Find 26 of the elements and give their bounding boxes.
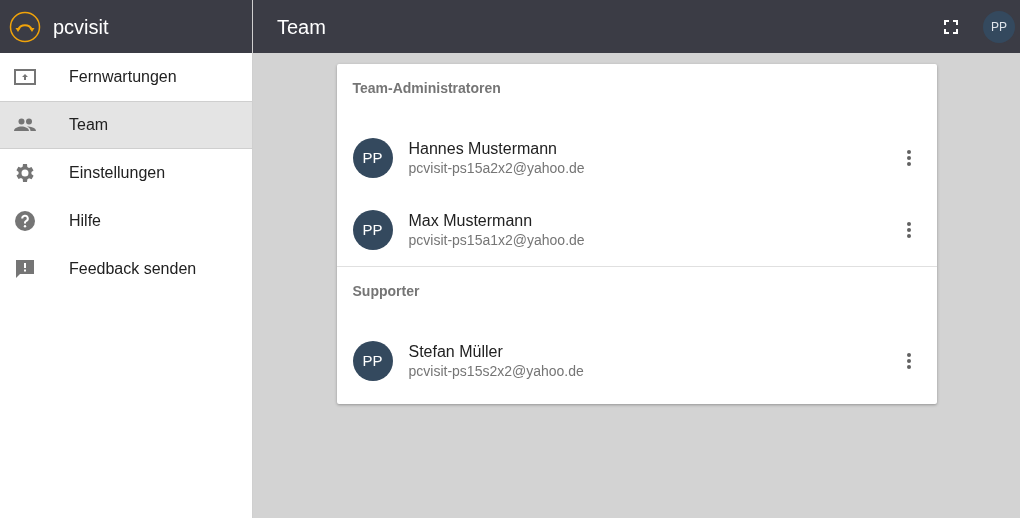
- member-email: pcvisit-ps15a1x2@yahoo.de: [408, 231, 586, 249]
- feedback-icon: [13, 257, 37, 281]
- member-name: Stefan Müller: [408, 342, 504, 362]
- logo-icon: [9, 10, 41, 43]
- member-avatar: PP: [352, 138, 393, 178]
- fullscreen-icon[interactable]: [944, 19, 958, 34]
- sidebar-item[interactable]: Fernwartungen: [0, 53, 252, 101]
- more-icon[interactable]: [905, 352, 912, 370]
- member-avatar: PP: [352, 210, 393, 250]
- section-title: Supporter: [352, 281, 420, 301]
- member-avatar: PP: [352, 341, 393, 381]
- more-icon[interactable]: [905, 149, 912, 167]
- sidebar-item[interactable]: Team: [0, 101, 252, 149]
- sidebar-item[interactable]: Einstellungen: [0, 149, 252, 197]
- section-title: Team-Administratoren: [352, 78, 501, 98]
- sidebar-item[interactable]: Feedback senden: [0, 245, 252, 293]
- member-email: pcvisit-ps15a2x2@yahoo.de: [408, 159, 586, 177]
- user-avatar[interactable]: PP: [983, 10, 1015, 43]
- sidebar-item[interactable]: Hilfe: [0, 197, 252, 245]
- page-title: Team: [277, 14, 327, 40]
- member-email: pcvisit-ps15s2x2@yahoo.de: [408, 362, 585, 380]
- member-name: Hannes Mustermann: [408, 139, 558, 159]
- help-icon: [13, 209, 37, 233]
- more-icon[interactable]: [905, 221, 912, 239]
- member-name: Max Mustermann: [408, 211, 534, 231]
- app-name: pcvisit: [53, 14, 109, 40]
